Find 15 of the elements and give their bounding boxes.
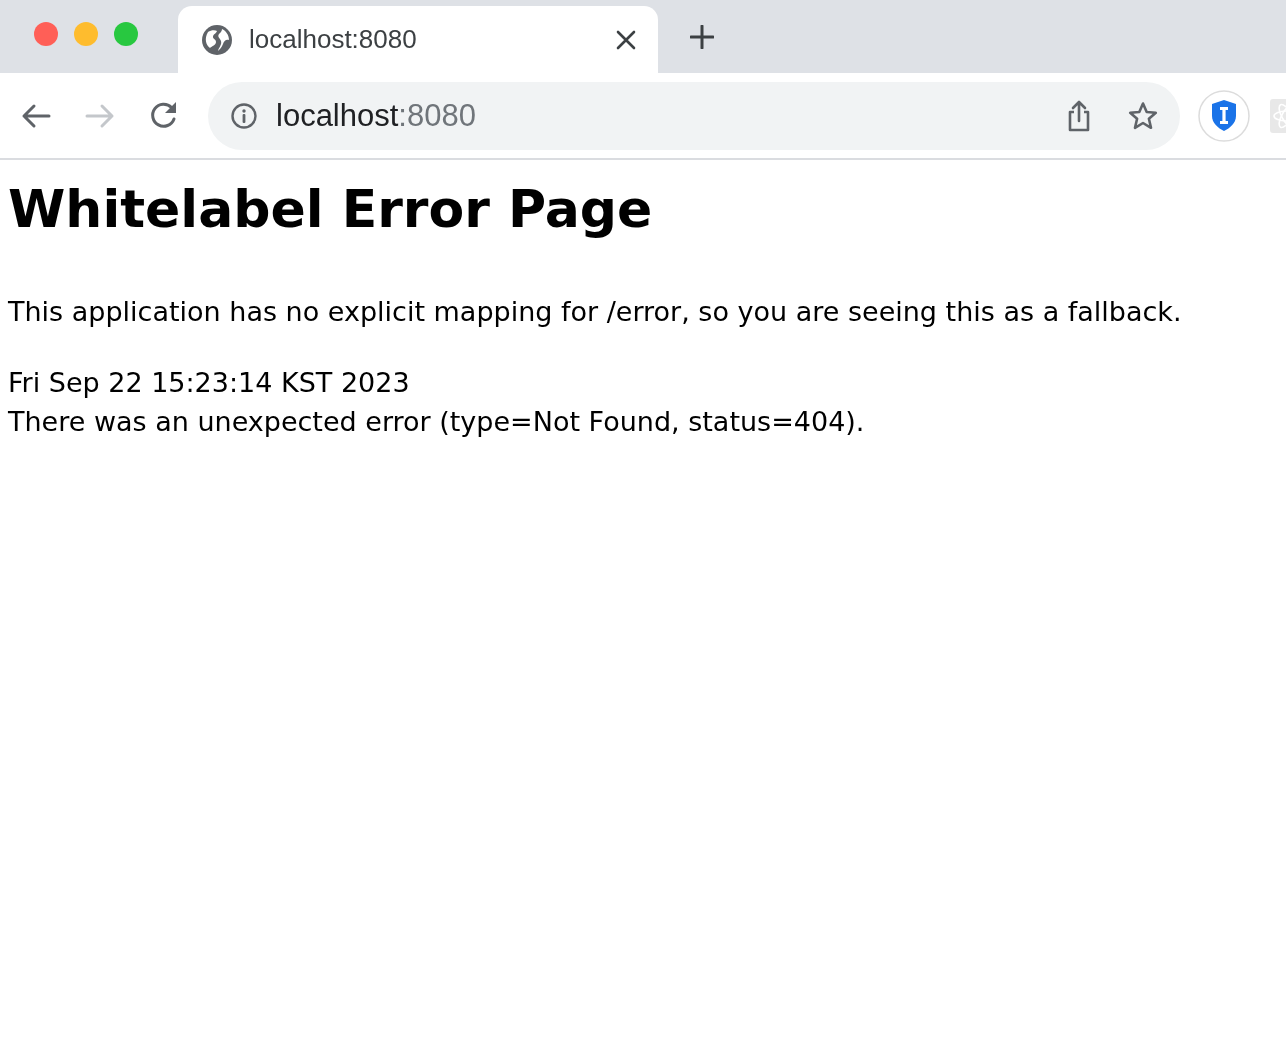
globe-icon <box>202 24 232 55</box>
error-details: There was an unexpected error (type=Not Found, status=404). <box>8 405 866 439</box>
url-text: localhost:8080 <box>276 97 477 134</box>
plus-icon[interactable] <box>690 24 714 49</box>
browser-tab[interactable]: localhost:8080 <box>178 6 658 73</box>
info-icon[interactable] <box>231 102 257 129</box>
tab-title: localhost:8080 <box>249 24 418 55</box>
page-title: Whitelabel Error Page <box>8 178 654 241</box>
star-icon[interactable] <box>1128 100 1158 131</box>
shield-icon[interactable] <box>1198 89 1250 142</box>
share-icon[interactable] <box>1066 99 1092 132</box>
error-message: This application has no explicit mapping for /error, so you are seeing this as a fallback. <box>8 295 1183 329</box>
timestamp-text: Fri Sep 22 15:23:14 KST 2023 <box>8 366 411 400</box>
address-bar[interactable]: localhost:8080 <box>208 81 1180 150</box>
close-icon[interactable] <box>616 29 636 50</box>
